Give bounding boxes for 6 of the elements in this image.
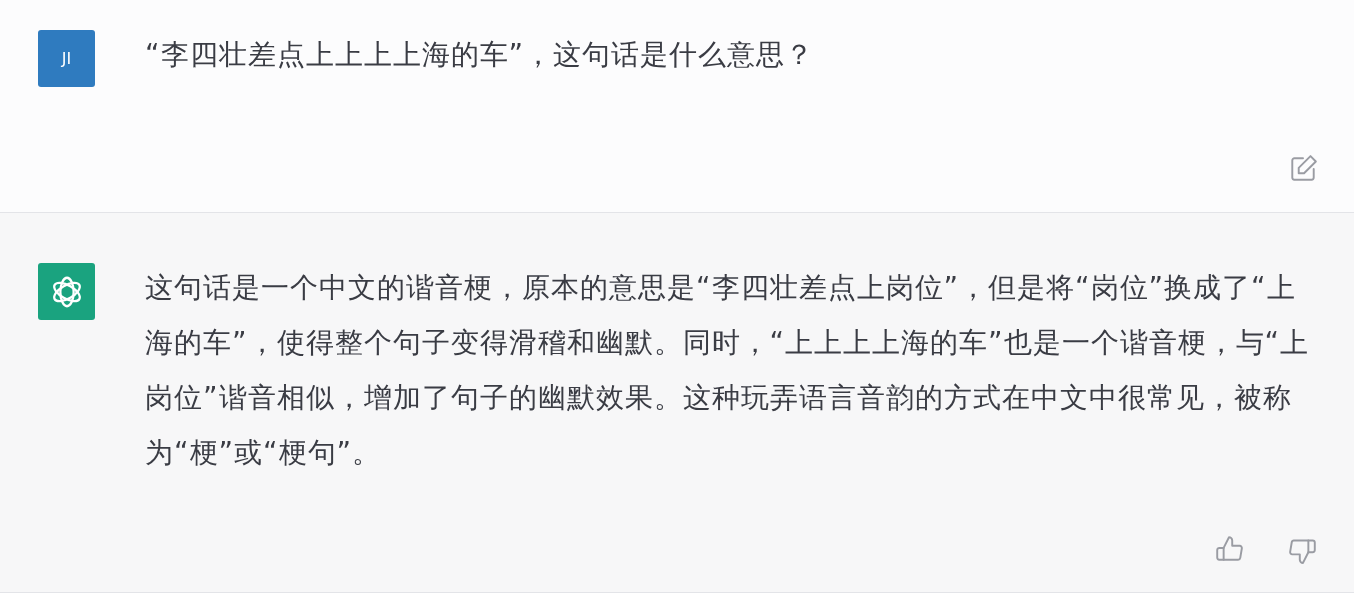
edit-icon[interactable] (1288, 154, 1318, 184)
knot-logo-icon (52, 276, 81, 307)
user-message: “李四壮差点上上上上海的车”，这句话是什么意思？ (145, 37, 815, 73)
user-avatar: JI (38, 30, 95, 87)
assistant-message: 这句话是一个中文的谐音梗，原本的意思是“李四壮差点上岗位”，但是将“岗位”换成了“上海的车”，使得整个句子变得滑稽和幽默。同时，“上上上上海的车”也是一个谐音梗，与“上岗位”谐音相似，增加了句子的幽默效果。这种玩弄语言音韵的方式在中文中很常见，被称为“梗”或“梗句”。 (145, 270, 1311, 471)
thumbs-up-icon[interactable] (1214, 534, 1244, 564)
